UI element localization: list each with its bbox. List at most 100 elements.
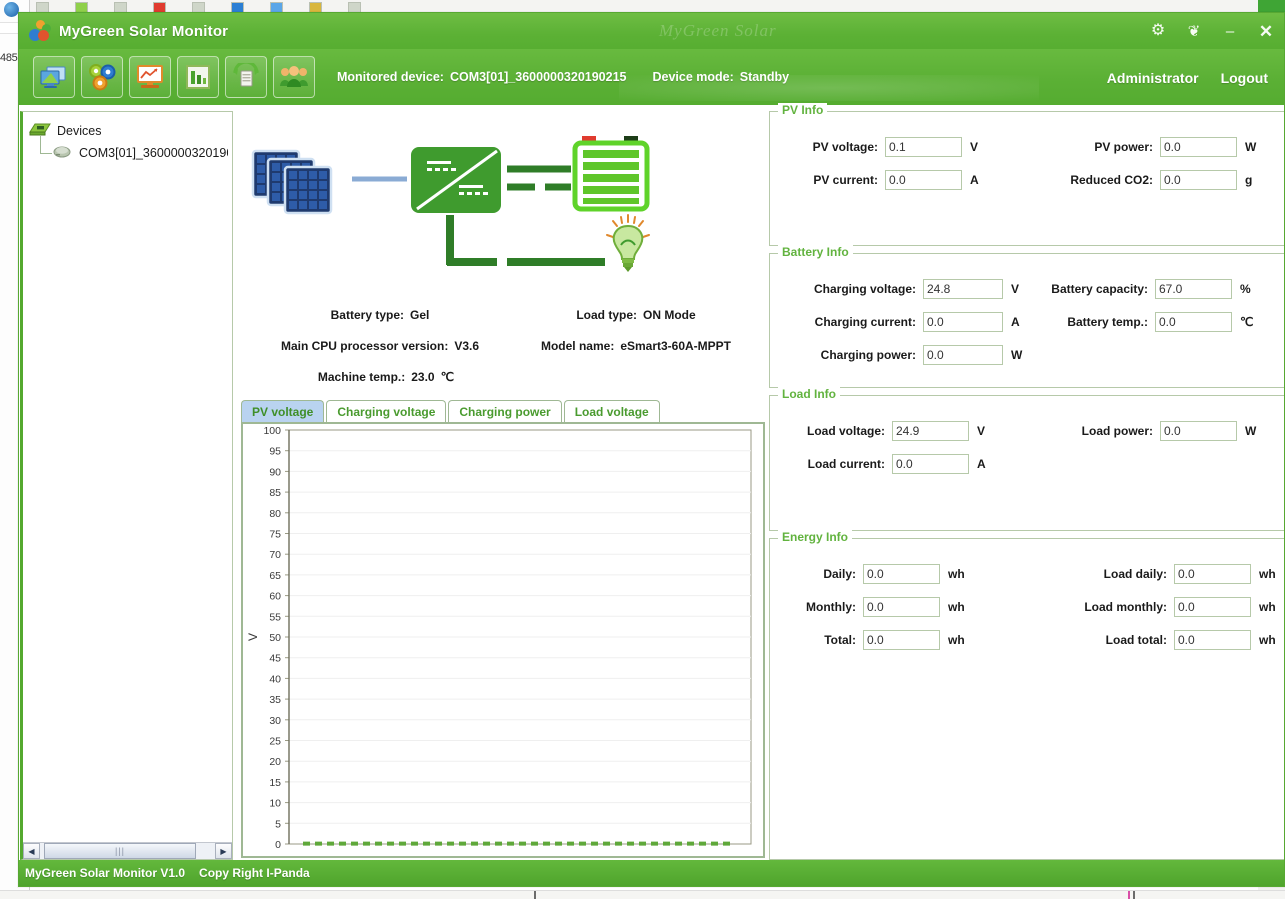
load-voltage-input[interactable] <box>892 420 969 441</box>
model-name-fact: Model name: eSmart3-60A-MPPT <box>515 339 757 353</box>
data-button[interactable] <box>225 56 267 98</box>
monitor-button[interactable] <box>33 56 75 98</box>
device-mode-label: Device mode: <box>652 70 734 84</box>
device-facts: Battery type: Gel Load type: ON Mode Mai… <box>235 293 767 392</box>
svg-text:80: 80 <box>269 508 281 520</box>
load-total-unit: wh <box>1259 632 1276 647</box>
charge-controller-icon <box>411 147 501 213</box>
scrollbar-track[interactable]: ||| <box>40 843 215 859</box>
load-monthly-label: Load monthly: <box>1084 599 1167 614</box>
svg-text:85: 85 <box>269 487 281 499</box>
tab-charging-power[interactable]: Charging power <box>448 400 562 422</box>
battery-type-label: Battery type: <box>330 307 404 322</box>
users-group-icon <box>279 63 309 91</box>
load-info-legend: Load Info <box>778 387 840 401</box>
tree-node-devices[interactable]: Devices <box>29 120 228 142</box>
statistics-button[interactable] <box>177 56 219 98</box>
total-field: Total: wh <box>778 629 1050 650</box>
scroll-left-arrow-icon[interactable]: ◀ <box>23 843 40 859</box>
svg-text:35: 35 <box>269 694 281 706</box>
settings-button[interactable] <box>81 56 123 98</box>
load-daily-input[interactable] <box>1174 563 1251 584</box>
window-title: MyGreen Solar Monitor <box>59 22 229 40</box>
tab-charging-voltage[interactable]: Charging voltage <box>326 400 447 422</box>
monitored-device-value: COM3[01]_3600000320190215 <box>449 70 627 84</box>
charging-power-field: Charging power: W <box>778 344 1028 365</box>
reduced-co2-input[interactable] <box>1160 169 1237 190</box>
charging-power-input[interactable] <box>923 344 1003 365</box>
system-diagram <box>235 123 767 293</box>
pv-power-input[interactable] <box>1160 136 1237 157</box>
light-bulb-icon <box>606 214 650 272</box>
battery-temp-field: Battery temp.: ℃ <box>1028 311 1254 332</box>
charging-current-input[interactable] <box>923 311 1003 332</box>
current-user-label[interactable]: Administrator <box>1107 70 1199 86</box>
title-bar: MyGreen Solar Monitor MyGreen Solar ⚙ ❦ … <box>19 13 1284 49</box>
battery-temp-unit: ℃ <box>1240 314 1254 329</box>
settings-gear-button[interactable]: ⚙ <box>1148 21 1168 41</box>
model-name-value: eSmart3-60A-MPPT <box>620 338 732 353</box>
load-total-label: Load total: <box>1105 632 1167 647</box>
battery-temp-input[interactable] <box>1155 311 1232 332</box>
energy-info-legend: Energy Info <box>778 530 853 544</box>
monitored-device-label: Monitored device: <box>337 70 444 84</box>
load-power-label: Load power: <box>1081 423 1153 438</box>
pv-power-field: PV power: W <box>1043 136 1257 157</box>
svg-text:40: 40 <box>269 673 281 685</box>
tab-load-voltage[interactable]: Load voltage <box>563 400 660 422</box>
load-total-input[interactable] <box>1174 629 1251 650</box>
load-total-field: Load total: wh <box>1050 629 1276 650</box>
charging-current-unit: A <box>1011 314 1020 329</box>
battery-capacity-input[interactable] <box>1155 278 1232 299</box>
logout-button[interactable]: Logout <box>1221 70 1268 86</box>
daily-input[interactable] <box>863 563 940 584</box>
user-area: Administrator Logout <box>1107 49 1268 107</box>
svg-text:0: 0 <box>275 839 281 851</box>
machine-temp-fact: Machine temp.: 23.0 ℃ <box>318 370 454 384</box>
battery-info-legend: Battery Info <box>778 245 853 259</box>
load-current-label: Load current: <box>807 456 885 471</box>
scroll-right-arrow-icon[interactable]: ▶ <box>215 843 232 859</box>
tree-node-device-com3[interactable]: COM3[01]_36000003201902 <box>29 136 228 164</box>
svg-text:45: 45 <box>269 653 281 665</box>
total-input[interactable] <box>863 629 940 650</box>
device-node-icon <box>53 144 73 162</box>
pv-voltage-field: PV voltage: V <box>778 136 1043 157</box>
svg-text:50: 50 <box>269 632 281 644</box>
svg-text:15: 15 <box>269 777 281 789</box>
tab-pv-voltage[interactable]: PV voltage <box>241 400 325 422</box>
tree-node-devices-label: Devices <box>57 124 102 138</box>
machine-temp-value: 23.0 <box>411 369 435 384</box>
svg-text:20: 20 <box>269 756 281 768</box>
battery-type-value: Gel <box>410 307 430 322</box>
close-button[interactable]: ✕ <box>1256 21 1276 41</box>
total-unit: wh <box>948 632 965 647</box>
bar-chart-icon <box>183 63 213 91</box>
charging-voltage-field: Charging voltage: V <box>778 278 1028 299</box>
charging-voltage-input[interactable] <box>923 278 1003 299</box>
charging-power-unit: W <box>1011 347 1023 362</box>
load-monthly-input[interactable] <box>1174 596 1251 617</box>
minimize-button[interactable]: – <box>1220 21 1240 41</box>
chart-frame[interactable]: 0 5 10 15 20 25 30 35 40 45 50 55 60 65 70 75 80 85 90 95 10… <box>241 422 765 858</box>
load-current-input[interactable] <box>892 453 969 474</box>
bg-tick-1 <box>534 891 536 899</box>
pv-power-unit: W <box>1245 139 1257 154</box>
sidebar-horizontal-scrollbar[interactable]: ◀ ||| ▶ <box>23 842 232 859</box>
users-button[interactable] <box>273 56 315 98</box>
monthly-input[interactable] <box>863 596 940 617</box>
pv-voltage-input[interactable] <box>885 136 962 157</box>
pv-current-input[interactable] <box>885 169 962 190</box>
load-power-input[interactable] <box>1160 420 1237 441</box>
device-mode-value: Standby <box>739 70 790 84</box>
energy-info-group: Energy Info Daily: wh Load daily: wh <box>769 530 1284 860</box>
device-config-button[interactable] <box>129 56 171 98</box>
charging-current-field: Charging current: A <box>778 311 1028 332</box>
bg-tick-2 <box>1128 891 1130 899</box>
chart-tab-bar: PV voltage Charging voltage Charging pow… <box>235 400 767 422</box>
status-copyright: Copy Right I-Panda <box>199 866 310 880</box>
background-window-label: 485 <box>0 52 18 64</box>
skin-button[interactable]: ❦ <box>1184 21 1204 41</box>
scrollbar-thumb[interactable]: ||| <box>44 843 196 859</box>
app-logo-icon <box>29 20 51 42</box>
